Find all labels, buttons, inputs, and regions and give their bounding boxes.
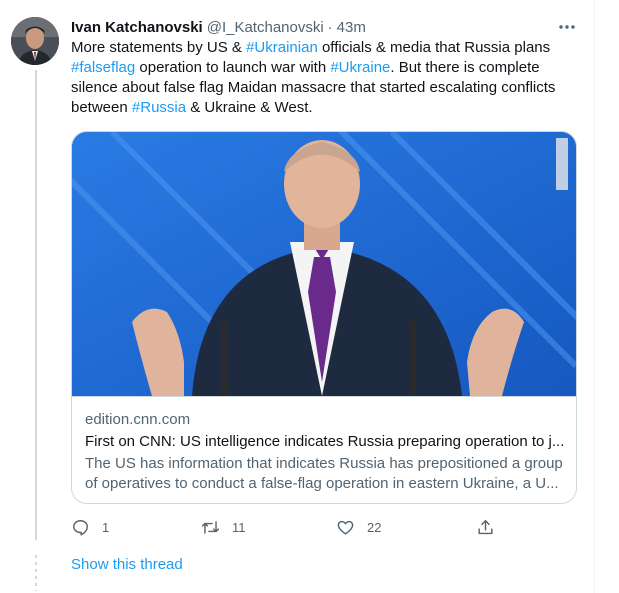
share-button[interactable] <box>476 515 495 539</box>
reply-icon <box>73 519 88 535</box>
tweet-text: More statements by US & #Ukrainian offic… <box>71 38 577 118</box>
hashtag-link[interactable]: #Ukrainian <box>246 39 318 56</box>
reply-count: 1 <box>102 519 110 535</box>
tweet-text-segment: More statements by US & <box>71 39 247 56</box>
tweet-text-segment: officials & media that Russia plans <box>317 39 551 56</box>
author-name[interactable]: Ivan Katchanovski <box>71 19 203 36</box>
hashtag-link[interactable]: #Russia <box>132 99 186 116</box>
like-count: 22 <box>367 519 382 535</box>
tweet-timestamp[interactable]: 43m <box>337 19 366 36</box>
card-description: The US has information that indicates Ru… <box>85 455 563 492</box>
separator-dot: · <box>327 18 333 36</box>
thread-dotted-line <box>35 555 37 591</box>
card-image <box>72 132 576 396</box>
card-meta: edition.cnn.com First on CNN: US intelli… <box>72 396 576 503</box>
tweet-text-segment: & Ukraine & West. <box>186 99 313 116</box>
share-icon <box>478 519 493 534</box>
card-domain: edition.cnn.com <box>85 411 191 428</box>
tweet-panel: Ivan Katchanovski @I_Katchanovski · 43m … <box>0 0 595 593</box>
author-handle[interactable]: @I_Katchanovski <box>207 19 324 36</box>
tweet-text-segment: operation to launch war with <box>135 59 331 76</box>
tweet-header: Ivan Katchanovski @I_Katchanovski · 43m <box>71 17 366 37</box>
avatar-photo <box>11 17 59 65</box>
link-card[interactable]: edition.cnn.com First on CNN: US intelli… <box>71 131 577 504</box>
reply-button[interactable]: 1 <box>71 515 109 539</box>
hashtag-link[interactable]: #falseflag <box>71 59 135 76</box>
show-thread-link[interactable]: Show this thread <box>71 556 183 573</box>
heart-icon <box>337 520 354 535</box>
avatar[interactable] <box>11 17 59 65</box>
like-button[interactable]: 22 <box>336 515 381 539</box>
thread-connector-line <box>35 70 37 540</box>
more-options-icon[interactable] <box>556 17 578 37</box>
card-title: First on CNN: US intelligence indicates … <box>85 433 565 450</box>
retweet-icon <box>201 520 220 534</box>
retweet-count: 11 <box>232 519 246 535</box>
hashtag-link[interactable]: #Ukraine <box>330 59 390 76</box>
retweet-button[interactable]: 11 <box>201 515 246 539</box>
tweet-actions: 1 11 22 <box>71 515 501 539</box>
